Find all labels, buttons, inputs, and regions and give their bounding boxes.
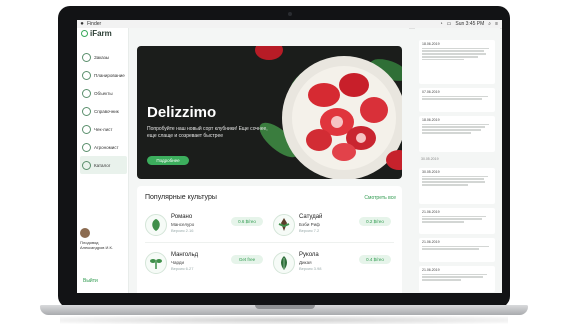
crop-name: Сатудай: [299, 214, 323, 220]
crop-price-button[interactable]: 0.6 $/гео: [231, 217, 263, 226]
wifi-icon[interactable]: ◔: [440, 21, 443, 27]
logout-link[interactable]: Выйти: [83, 278, 98, 284]
divider: [145, 242, 394, 243]
sidebar-nav: Заказы Планирование Объекты Справочник Ч…: [80, 48, 127, 174]
search-icon[interactable]: ⌕: [488, 21, 491, 27]
sidebar-item-catalog[interactable]: Каталог: [80, 156, 127, 174]
logo-icon: [81, 30, 88, 37]
feed-date: 18.06.2019: [422, 118, 440, 122]
promo-banner[interactable]: Delizzimo Попробуйте наш новый сорт клуб…: [137, 46, 402, 179]
crop-name: Рукола: [299, 252, 319, 258]
laptop-shadow: [60, 316, 508, 324]
crop-price-button[interactable]: 0.2 $/гео: [359, 217, 391, 226]
crop-version: Версия 6.27: [171, 266, 194, 271]
laptop-base-notch: [255, 305, 315, 309]
crop-sort: Чарди: [171, 260, 185, 265]
feed-separator-date: 30.05.2019: [421, 157, 439, 161]
crop-version: Версия 7.2: [299, 228, 320, 233]
crop-sort: Манселуро: [171, 222, 195, 227]
feed-item[interactable]: 21.06.2019: [419, 238, 495, 262]
crop-price-button[interactable]: 0.4 $/гео: [359, 255, 391, 264]
feed-item[interactable]: 07.06.2019: [419, 88, 495, 112]
reference-icon: [82, 106, 91, 116]
feed-item[interactable]: 21.06.2019: [419, 266, 495, 292]
rucola-icon: [273, 252, 295, 274]
sidebar-item-planning[interactable]: Планирование: [80, 66, 127, 84]
feed-item[interactable]: 21.06.2019: [419, 208, 495, 234]
menubar-app-name[interactable]: Finder: [87, 21, 440, 27]
banner-more-button[interactable]: Подробнее: [147, 156, 189, 165]
section-title: Популярные культуры: [145, 194, 217, 201]
app-logo[interactable]: iFarm: [81, 29, 112, 38]
feed-date: 18.06.2019: [422, 42, 440, 46]
banner-title: Delizzimo: [147, 104, 217, 121]
sidebar-item-objects[interactable]: Объекты: [80, 84, 127, 102]
crop-price-button[interactable]: Get free: [231, 255, 263, 264]
feed-date: 21.06.2019: [422, 240, 440, 244]
sidebar-item-label: Планирование: [94, 72, 125, 78]
sidebar-item-orders[interactable]: Заказы: [80, 48, 127, 66]
menu-icon[interactable]: ≡: [495, 21, 498, 27]
objects-icon: [82, 88, 91, 98]
arugula-icon: [273, 214, 295, 236]
main-content: Delizzimo Попробуйте наш новый сорт клуб…: [129, 28, 409, 293]
crop-name: Мангольд: [171, 252, 199, 258]
checklist-icon: [82, 124, 91, 134]
battery-icon[interactable]: ▭: [447, 21, 452, 27]
crop-item[interactable]: Рукола Дикая Версия 3.98 0.4 $/гео: [273, 250, 398, 280]
popular-crops-card: Популярные культуры Смотреть все Романо …: [137, 186, 402, 293]
sidebar-item-reference[interactable]: Справочник: [80, 102, 127, 120]
logo-text: iFarm: [90, 29, 112, 38]
sidebar-item-label: Чек-лист: [94, 126, 113, 132]
crop-version: Версия 2.16: [171, 228, 194, 233]
strawberry-bowl-image: [255, 46, 402, 179]
planning-icon: [82, 70, 91, 80]
apple-icon[interactable]: ●: [77, 21, 87, 27]
crop-name: Романо: [171, 214, 193, 220]
feed-date: 21.06.2019: [422, 268, 440, 272]
sidebar: iFarm Заказы Планирование Объекты Справо…: [77, 28, 129, 293]
feed-item[interactable]: 18.06.2019: [419, 116, 495, 152]
crop-item[interactable]: Романо Манселуро Версия 2.16 0.6 $/гео: [145, 212, 270, 242]
menubar-time[interactable]: Sun 3:45 PM: [455, 21, 484, 27]
sidebar-item-label: Заказы: [94, 54, 110, 60]
agronomist-icon: [82, 142, 91, 152]
sidebar-item-checklist[interactable]: Чек-лист: [80, 120, 127, 138]
crop-item[interactable]: Сатудай Бэби Риф Версия 7.2 0.2 $/гео: [273, 212, 398, 242]
feed-date: 07.06.2019: [422, 90, 440, 94]
feed-date: 30.05.2019: [422, 170, 440, 174]
crop-sort: Бэби Риф: [299, 222, 320, 227]
avatar: [80, 228, 90, 238]
user-profile[interactable]: Плодовод Александров И.К.: [80, 228, 126, 250]
feed-date: 21.06.2019: [422, 210, 440, 214]
menubar-status: ◔ ▭ Sun 3:45 PM ⌕ ≡: [440, 21, 502, 27]
sidebar-item-label: Агрономист: [94, 144, 119, 150]
sidebar-item-label: Каталог: [94, 162, 111, 168]
see-all-link[interactable]: Смотреть все: [364, 195, 396, 201]
orders-icon: [82, 52, 91, 62]
sidebar-item-label: Объекты: [94, 90, 113, 96]
banner-subtitle: Попробуйте наш новый сорт клубники! Еще …: [147, 126, 268, 139]
user-name: Александров И.К.: [80, 245, 113, 250]
catalog-icon: [82, 160, 91, 170]
screen: ● Finder ◔ ▭ Sun 3:45 PM ⌕ ≡ iFarm Заказ…: [77, 20, 502, 293]
news-feed: 18.06.2019 07.06.2019 18.06.2019 30.05.2…: [415, 28, 500, 293]
sidebar-item-label: Справочник: [94, 108, 119, 114]
crop-version: Версия 3.98: [299, 266, 322, 271]
feed-item[interactable]: 30.05.2019: [419, 168, 495, 204]
sidebar-item-agronomist[interactable]: Агрономист: [80, 138, 127, 156]
feed-item[interactable]: 18.06.2019: [419, 40, 495, 84]
camera: [288, 12, 292, 16]
crop-sort: Дикая: [299, 260, 312, 265]
sprout-icon: [145, 252, 167, 274]
lettuce-icon: [145, 214, 167, 236]
crop-item[interactable]: Мангольд Чарди Версия 6.27 Get free: [145, 250, 270, 280]
